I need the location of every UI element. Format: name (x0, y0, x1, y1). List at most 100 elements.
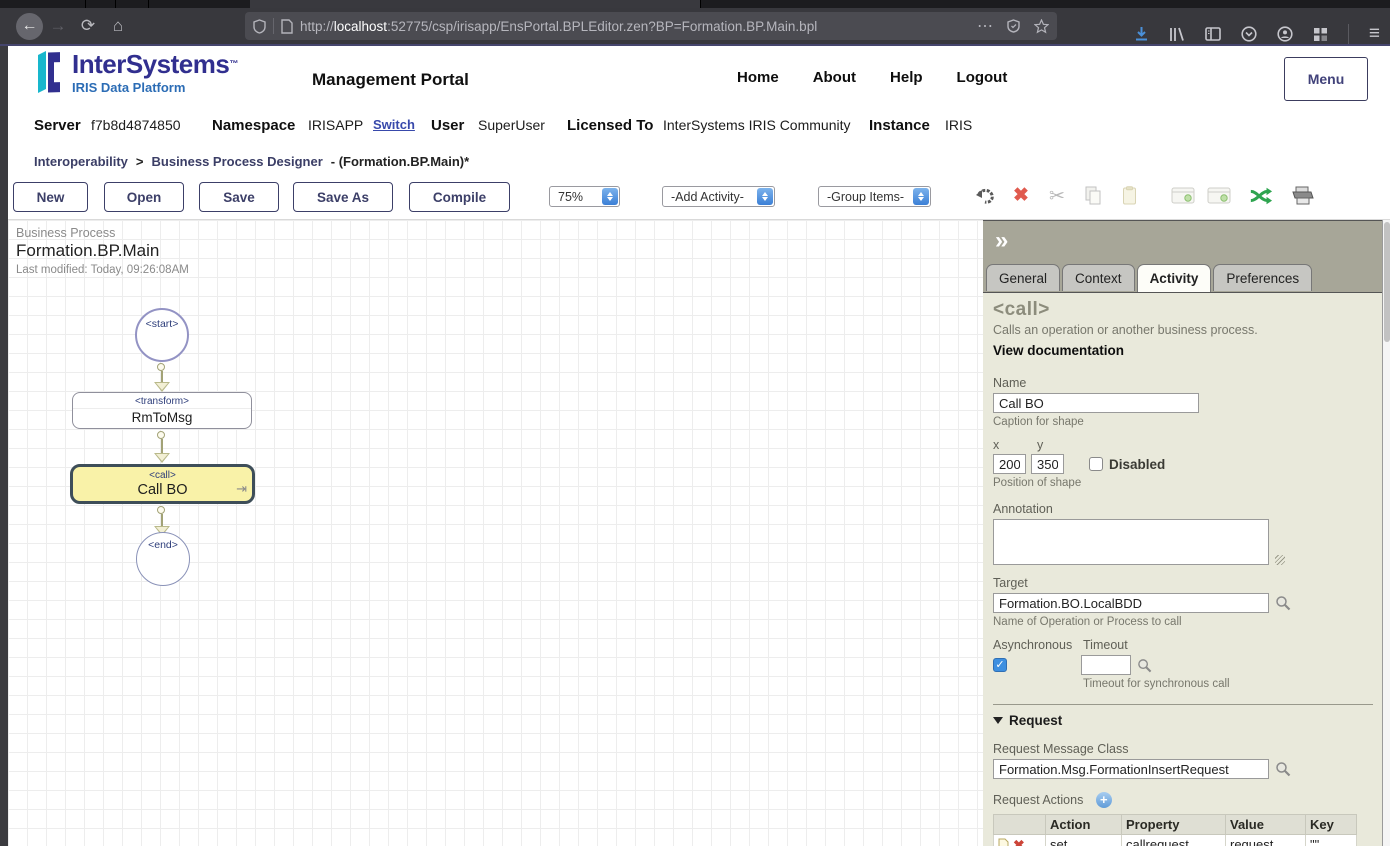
call-shape-name: Call BO (73, 482, 252, 499)
toolbar: New Open Save Save As Compile 75% -Add A… (8, 175, 1390, 220)
collapse-panel-icon[interactable]: » (995, 227, 1008, 255)
page-icon[interactable] (281, 19, 293, 34)
open-button[interactable]: Open (104, 182, 184, 212)
delete-action-icon[interactable]: ✖ (1013, 838, 1025, 846)
timeout-search-icon[interactable] (1137, 658, 1152, 673)
connector-dot[interactable] (157, 506, 165, 514)
target-search-icon[interactable] (1275, 595, 1291, 611)
server-value: f7b8d4874850 (91, 117, 181, 133)
table-row[interactable]: ✖ set callrequest request "" (994, 835, 1357, 846)
request-section-header[interactable]: Request (993, 713, 1373, 728)
urlbar-actions: ⋯ (977, 16, 1049, 36)
target-input[interactable] (993, 593, 1269, 613)
connector-dot[interactable] (157, 363, 165, 371)
resize-grip-icon[interactable] (1275, 555, 1285, 565)
reload-button[interactable]: ⟳ (73, 16, 103, 36)
home-button[interactable]: ⌂ (103, 16, 133, 36)
reroute-icon[interactable] (1249, 183, 1273, 209)
bookmark-star-icon[interactable] (1034, 19, 1049, 34)
x-input[interactable] (993, 454, 1026, 474)
nav-about[interactable]: About (813, 69, 856, 86)
sidebar-icon[interactable] (1205, 27, 1221, 41)
request-message-class-label: Request Message Class (993, 742, 1373, 756)
print-icon[interactable] (1291, 183, 1315, 209)
request-section-title: Request (1009, 713, 1062, 728)
request-message-class-input[interactable] (993, 759, 1269, 779)
panel-scrollbar[interactable] (1382, 220, 1390, 846)
window-left-edge (0, 46, 8, 846)
zoom-select[interactable]: 75% (549, 186, 620, 207)
copy-group-icon[interactable] (1171, 183, 1195, 209)
menu-button[interactable]: Menu (1284, 57, 1368, 101)
nav-logout[interactable]: Logout (957, 69, 1008, 86)
edit-action-icon[interactable] (998, 838, 1009, 846)
stepper-icon[interactable] (913, 188, 929, 205)
last-modified: Last modified: Today, 09:26:08AM (16, 264, 189, 276)
cut-icon[interactable]: ✂ (1045, 183, 1069, 209)
y-input[interactable] (1031, 454, 1064, 474)
browser-active-tab[interactable] (250, 0, 700, 8)
paste-group-icon[interactable] (1207, 183, 1231, 209)
forward-button[interactable]: → (43, 16, 73, 36)
url-text[interactable]: http://localhost:52775/csp/irisapp/EnsPo… (300, 19, 969, 34)
url-bar[interactable]: http://localhost:52775/csp/irisapp/EnsPo… (245, 12, 1057, 40)
url-rest: :52775/csp/irisapp/EnsPortal.BPLEditor.z… (387, 19, 817, 34)
document-type-label: Business Process (16, 226, 115, 240)
compile-button[interactable]: Compile (409, 182, 510, 212)
hamburger-menu-icon[interactable]: ≡ (1369, 23, 1380, 45)
nav-home[interactable]: Home (737, 69, 779, 86)
timeout-hint: Timeout for synchronous call (1083, 678, 1373, 690)
breadcrumb-bp-designer[interactable]: Business Process Designer (152, 154, 323, 169)
scrollbar-thumb[interactable] (1384, 222, 1390, 342)
undo-icon[interactable] (973, 183, 997, 209)
copy-icon[interactable] (1081, 183, 1105, 209)
breadcrumb-interoperability[interactable]: Interoperability (34, 154, 128, 169)
tab-general[interactable]: General (986, 264, 1060, 291)
back-button[interactable]: ← (16, 13, 43, 40)
bpl-canvas[interactable]: Business Process Formation.BP.Main Last … (8, 220, 983, 846)
transform-shape[interactable]: <transform> RmToMsg (72, 392, 252, 429)
annotation-textarea[interactable] (993, 519, 1269, 565)
name-input[interactable] (993, 393, 1199, 413)
connector-dot[interactable] (157, 431, 165, 439)
name-hint: Caption for shape (993, 416, 1373, 428)
library-icon[interactable] (1169, 27, 1185, 42)
save-as-button[interactable]: Save As (293, 182, 393, 212)
tab-activity[interactable]: Activity (1137, 264, 1212, 292)
save-button[interactable]: Save (199, 182, 279, 212)
url-prefix: http:// (300, 19, 334, 34)
nav-help[interactable]: Help (890, 69, 923, 86)
new-button[interactable]: New (13, 182, 88, 212)
delete-icon[interactable]: ✖ (1009, 183, 1033, 209)
shield-icon[interactable] (253, 19, 266, 34)
download-icon[interactable] (1134, 26, 1149, 42)
account-icon[interactable] (1277, 26, 1293, 42)
tab-context[interactable]: Context (1062, 264, 1135, 291)
paste-icon[interactable] (1117, 183, 1141, 209)
page-actions-icon[interactable]: ⋯ (977, 16, 993, 36)
target-label: Target (993, 576, 1373, 590)
timeout-input[interactable] (1081, 655, 1131, 675)
start-shape[interactable]: <start> (135, 308, 189, 362)
timeout-label: Timeout (1083, 638, 1128, 652)
group-items-select[interactable]: -Group Items- (818, 186, 931, 207)
switch-link[interactable]: Switch (373, 117, 415, 132)
end-shape[interactable]: <end> (136, 532, 190, 586)
view-documentation-link[interactable]: View documentation (993, 343, 1124, 358)
tab-preferences[interactable]: Preferences (1213, 264, 1312, 291)
asynchronous-checkbox[interactable]: ✓ (993, 658, 1007, 672)
stepper-icon[interactable] (757, 188, 773, 205)
property-panel: » General Context Activity Preferences <… (983, 220, 1383, 846)
call-output-arrow-icon: ⇥ (236, 481, 247, 497)
disabled-checkbox[interactable] (1089, 457, 1103, 471)
namespace-value: IRISAPP (308, 117, 363, 133)
tracking-shield-icon[interactable] (1007, 19, 1020, 33)
add-action-icon[interactable]: + (1096, 792, 1112, 808)
request-class-search-icon[interactable] (1275, 761, 1291, 777)
panel-header: » General Context Activity Preferences (983, 221, 1383, 292)
add-activity-select[interactable]: -Add Activity- (662, 186, 775, 207)
call-shape-selected[interactable]: <call> Call BO ⇥ (70, 464, 255, 504)
stepper-icon[interactable] (602, 188, 618, 205)
extensions-icon[interactable] (1313, 27, 1328, 42)
pocket-icon[interactable] (1241, 26, 1257, 42)
